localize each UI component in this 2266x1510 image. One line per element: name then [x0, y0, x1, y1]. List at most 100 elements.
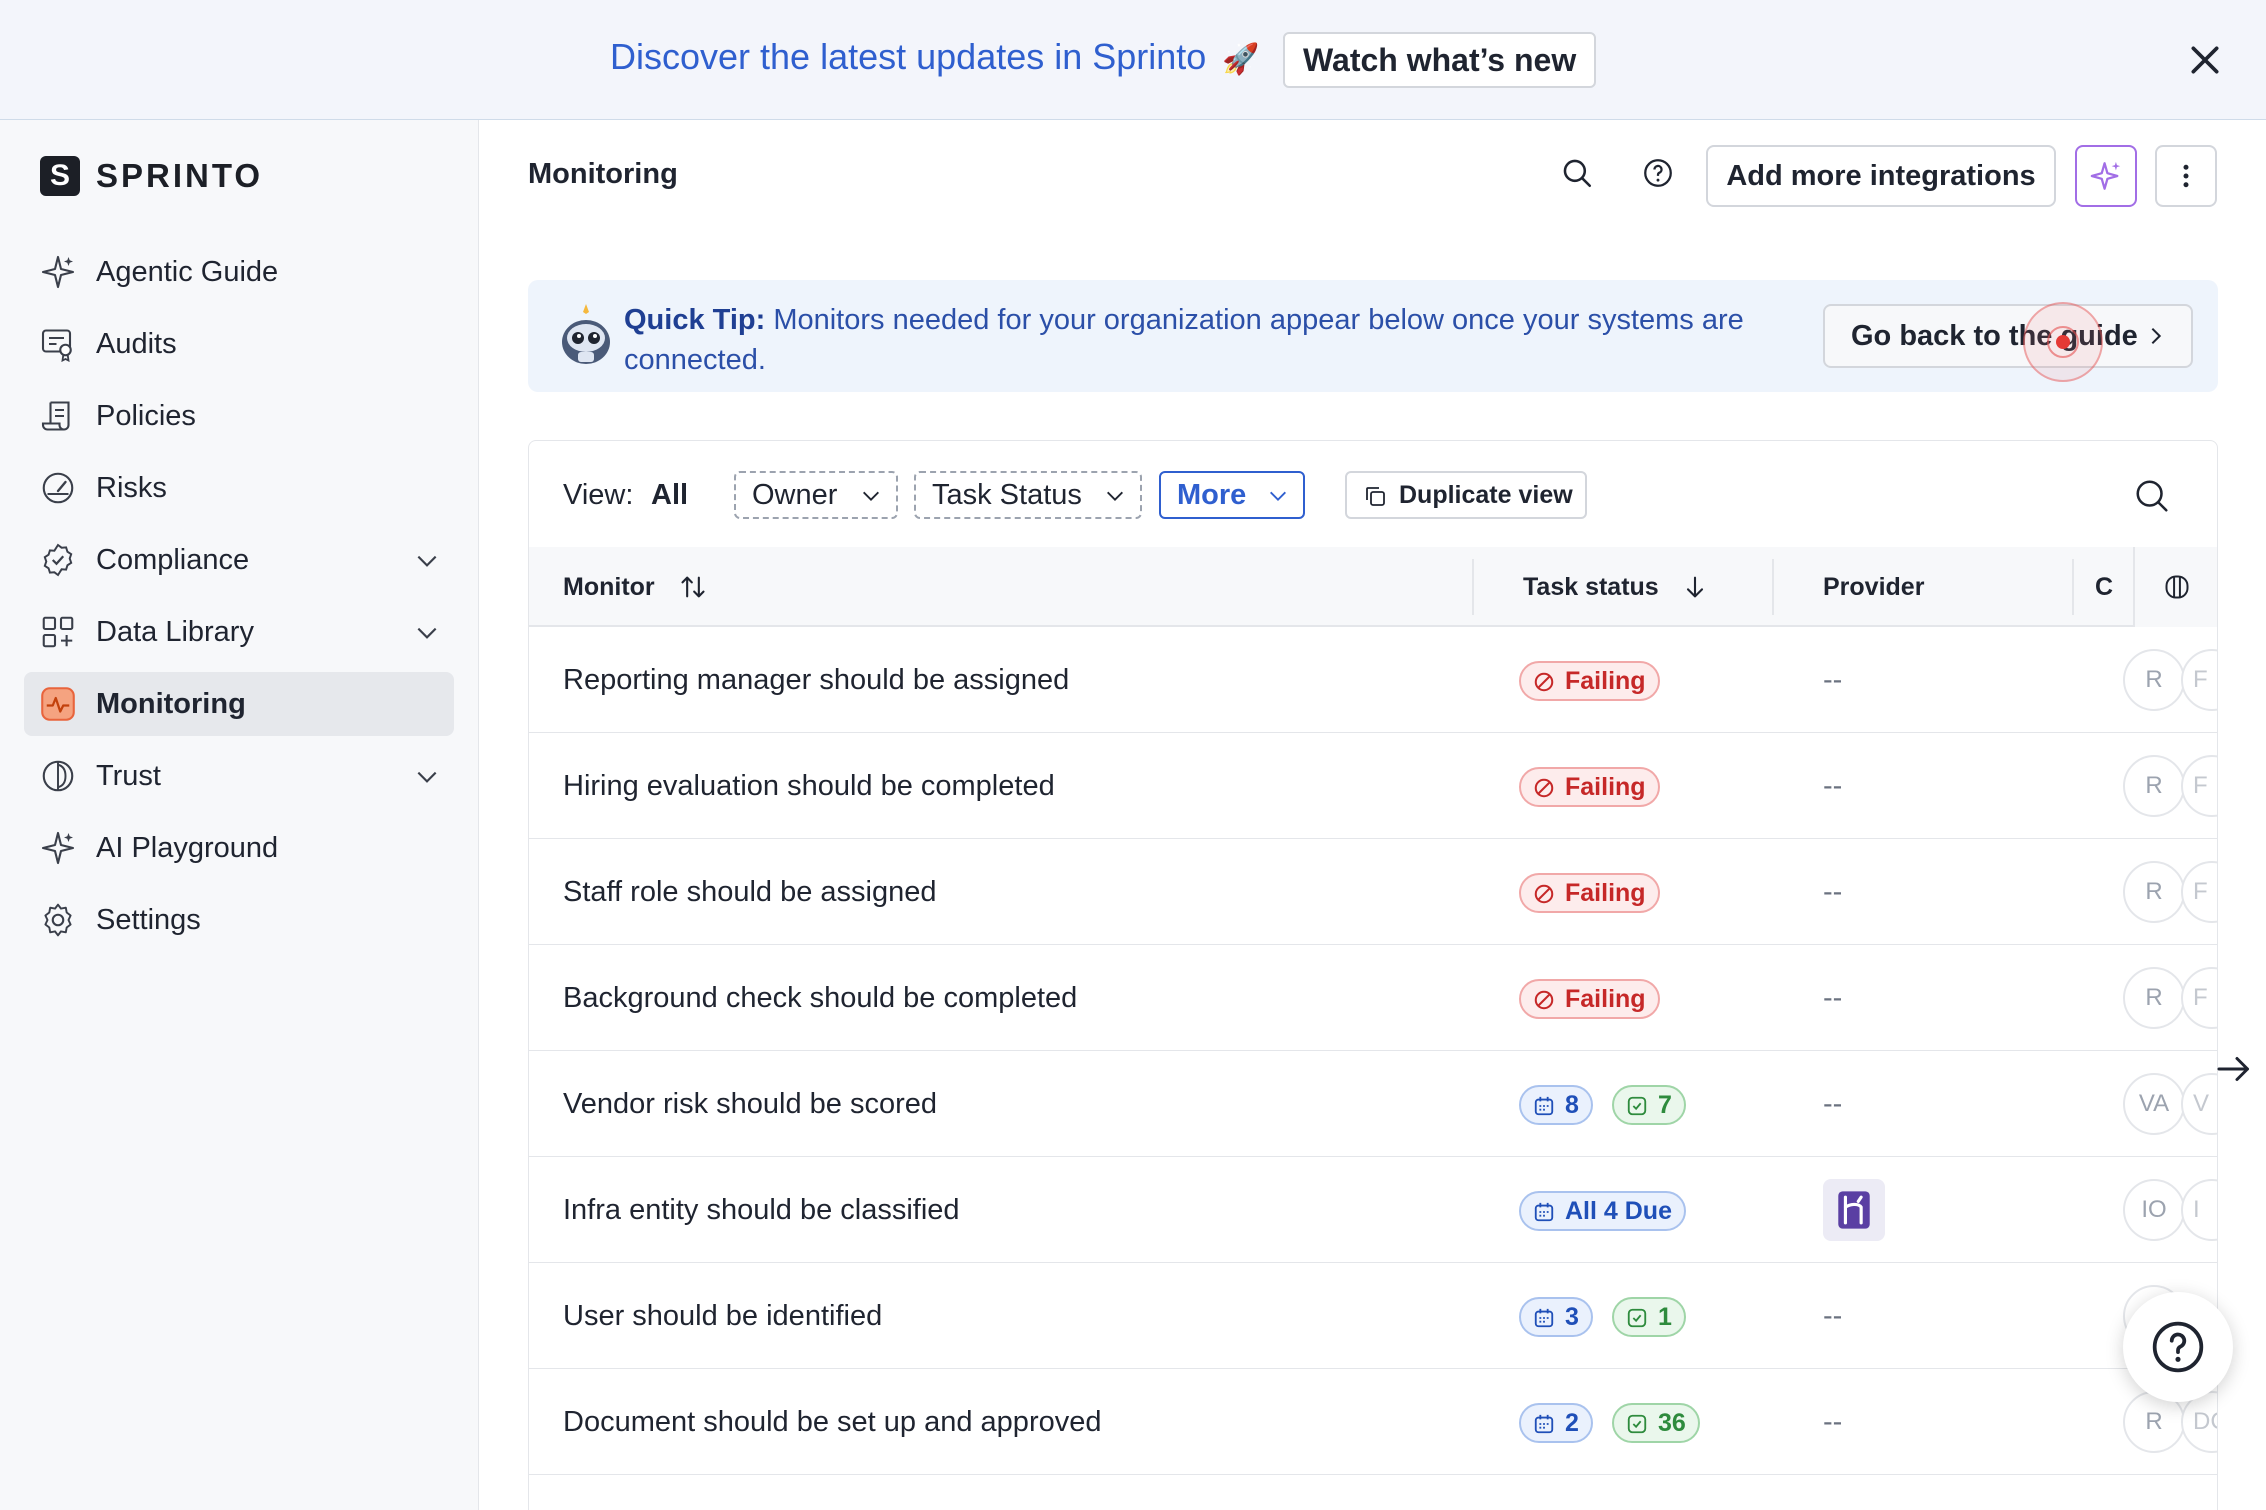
shield-icon: [38, 756, 78, 796]
avatar[interactable]: F: [2181, 967, 2217, 1029]
add-more-integrations-button[interactable]: Add more integrations: [1706, 145, 2056, 207]
owner-filter[interactable]: Owner: [734, 471, 898, 519]
guide-hotspot[interactable]: [2023, 302, 2103, 382]
close-icon[interactable]: [2185, 40, 2225, 80]
sidebar-item-agentic-guide[interactable]: Agentic Guide: [24, 240, 454, 304]
provider-cell: --: [1823, 664, 1843, 696]
monitor-name[interactable]: Reporting manager should be assigned: [563, 627, 1069, 733]
sprinto-logo[interactable]: S SPRINTO: [40, 156, 263, 196]
table-row[interactable]: Background check should be completed Fai…: [529, 945, 2217, 1051]
avatar[interactable]: V: [2181, 1073, 2217, 1135]
sidebar-item-monitoring[interactable]: Monitoring: [24, 672, 454, 736]
sidebar-item-policies[interactable]: Policies: [24, 384, 454, 448]
monitor-name[interactable]: Staff role should be assigned: [563, 839, 937, 945]
view-selector[interactable]: All: [651, 479, 688, 512]
gauge-icon: [38, 468, 78, 508]
sidebar-item-compliance[interactable]: Compliance: [24, 528, 454, 592]
monitor-name[interactable]: Infra entity should be classified: [563, 1157, 960, 1263]
chevron-down-icon[interactable]: [414, 548, 440, 574]
badge-text: 2: [1565, 1409, 1579, 1437]
sidebar-item-ai-playground[interactable]: AI Playground: [24, 816, 454, 880]
sidebar-item-label: Monitoring: [96, 687, 246, 720]
column-settings-button[interactable]: [2133, 547, 2217, 627]
monitor-name[interactable]: Hiring evaluation should be completed: [563, 733, 1055, 839]
arrow-right-icon[interactable]: [2216, 1054, 2252, 1084]
avatar[interactable]: F: [2181, 861, 2217, 923]
status-badge-failing: Failing: [1519, 873, 1660, 913]
table-row[interactable]: Hiring evaluation should be completed Fa…: [529, 733, 2217, 839]
ai-assistant-button[interactable]: [2075, 145, 2137, 207]
provider-cell: --: [1823, 1406, 1843, 1438]
watch-whats-new-button[interactable]: Watch what’s new: [1283, 32, 1597, 88]
view-label: View:: [563, 479, 634, 511]
table-row[interactable]: Infra entity should be classified All 4 …: [529, 1157, 2217, 1263]
blocked-icon: [1534, 990, 1554, 1010]
provider-cell: --: [1823, 982, 1843, 1014]
copy-icon: [1366, 487, 1385, 506]
column-header-provider[interactable]: Provider: [1823, 547, 1924, 627]
table-row[interactable]: Staff role should be assigned Failing --…: [529, 839, 2217, 945]
avatar[interactable]: R: [2123, 967, 2185, 1029]
sidebar-item-label: Agentic Guide: [96, 255, 279, 288]
go-back-to-guide-button[interactable]: Go back to the guide: [1823, 304, 2193, 368]
table-row[interactable]: Document should be set up and approved 2…: [529, 1369, 2217, 1475]
monitor-name[interactable]: Background check should be completed: [563, 945, 1077, 1051]
search-icon[interactable]: [2133, 477, 2171, 515]
avatar[interactable]: R: [2123, 861, 2185, 923]
avatar[interactable]: IO: [2123, 1179, 2185, 1241]
sidebar-item-label: Audits: [96, 327, 177, 360]
more-options-button[interactable]: [2155, 145, 2217, 207]
quick-tip-banner: Quick Tip: Monitors needed for your orga…: [528, 280, 2218, 392]
table-row[interactable]: [529, 1475, 2217, 1510]
chevron-right-icon: [2151, 327, 2162, 345]
search-icon[interactable]: [1560, 156, 1594, 190]
table-row[interactable]: Reporting manager should be assigned Fai…: [529, 627, 2217, 733]
duplicate-view-button[interactable]: Duplicate view: [1345, 471, 1587, 519]
check-square-icon: [1627, 1414, 1647, 1434]
column-header-owner[interactable]: C: [2095, 547, 2113, 627]
avatar[interactable]: I: [2181, 1179, 2217, 1241]
avatar[interactable]: VA: [2123, 1073, 2185, 1135]
calendar-icon: [1534, 1096, 1554, 1116]
logo-wordmark: SPRINTO: [96, 157, 264, 194]
monitor-name[interactable]: Document should be set up and approved: [563, 1369, 1101, 1475]
column-divider[interactable]: [1772, 559, 1774, 615]
help-icon[interactable]: [1641, 156, 1675, 190]
badge-text: Failing: [1565, 879, 1646, 907]
badge-text: 36: [1658, 1409, 1686, 1437]
chevron-down-icon: [1107, 491, 1123, 501]
sidebar-item-risks[interactable]: Risks: [24, 456, 454, 520]
chevron-down-icon: [863, 491, 879, 501]
column-header-task-status[interactable]: Task status: [1523, 547, 1659, 627]
column-divider[interactable]: [2072, 559, 2074, 615]
sidebar-item-audits[interactable]: Audits: [24, 312, 454, 376]
sparkle-icon: [2090, 161, 2121, 190]
task-status-filter[interactable]: Task Status: [914, 471, 1142, 519]
avatar[interactable]: F: [2181, 755, 2217, 817]
column-header-monitor[interactable]: Monitor: [563, 547, 655, 627]
avatar[interactable]: F: [2181, 649, 2217, 711]
table-row[interactable]: Vendor risk should be scored 8 7 -- VA V: [529, 1051, 2217, 1157]
check-square-icon: [1627, 1308, 1647, 1328]
monitor-name[interactable]: Vendor risk should be scored: [563, 1051, 937, 1157]
badge-text: 1: [1658, 1303, 1672, 1331]
announcement-banner: Discover the latest updates in Sprinto 🚀…: [0, 0, 2266, 120]
arrow-down-icon[interactable]: [1681, 573, 1709, 601]
provider-cell: --: [1823, 1300, 1843, 1332]
table-row[interactable]: User should be identified 3 1 --: [529, 1263, 2217, 1369]
sidebar-item-settings[interactable]: Settings: [24, 888, 454, 952]
avatar[interactable]: R: [2123, 649, 2185, 711]
help-chat-button[interactable]: [2123, 1292, 2233, 1402]
avatar[interactable]: R: [2123, 755, 2185, 817]
sidebar-item-data-library[interactable]: Data Library: [24, 600, 454, 664]
status-badge-due: 3: [1519, 1297, 1593, 1337]
monitor-name[interactable]: User should be identified: [563, 1263, 882, 1369]
more-filters-button[interactable]: More: [1159, 471, 1305, 519]
column-divider[interactable]: [1472, 559, 1474, 615]
chevron-down-icon: [1270, 491, 1286, 501]
badge-text: Failing: [1565, 773, 1646, 801]
sort-icon[interactable]: [679, 573, 707, 601]
chevron-down-icon[interactable]: [414, 620, 440, 646]
sidebar-item-trust[interactable]: Trust: [24, 744, 454, 808]
chevron-down-icon[interactable]: [414, 764, 440, 790]
